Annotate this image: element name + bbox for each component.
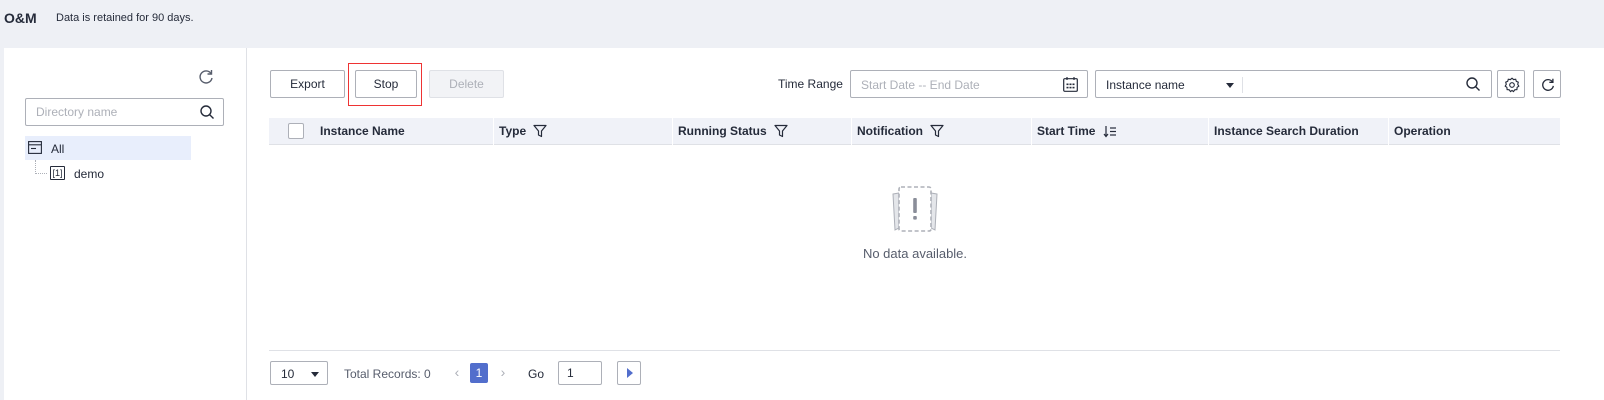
next-page-button[interactable]: ›	[496, 364, 510, 382]
date-range-picker[interactable]: Start Date -- End Date	[850, 70, 1088, 98]
select-all-checkbox[interactable]	[288, 123, 304, 139]
column-header-start-time[interactable]: Start Time	[1031, 118, 1117, 145]
stop-button[interactable]: Stop	[355, 70, 417, 98]
column-label: Running Status	[678, 124, 767, 138]
search-icon[interactable]	[199, 104, 215, 120]
column-label: Type	[499, 124, 527, 138]
tree-item-all[interactable]: All	[25, 136, 191, 160]
column-separator	[1388, 118, 1389, 145]
column-separator	[672, 118, 673, 145]
filter-icon[interactable]	[533, 124, 548, 138]
tree-item-label: demo	[74, 167, 105, 181]
column-label: Start Time	[1037, 124, 1096, 138]
chevron-down-icon	[311, 372, 319, 377]
column-label: Operation	[1394, 124, 1451, 138]
column-separator	[851, 118, 852, 145]
empty-state-text: No data available.	[862, 246, 968, 261]
tree-connector	[35, 160, 47, 174]
main-panel: All [1] demo Export Stop Delete Time Ran…	[4, 48, 1604, 400]
instance-search-input[interactable]	[1246, 73, 1446, 95]
refresh-icon[interactable]	[197, 68, 215, 86]
go-label: Go	[528, 367, 545, 381]
calendar-icon[interactable]	[1063, 77, 1078, 92]
column-header-operation[interactable]: Operation	[1388, 118, 1451, 145]
go-button[interactable]	[617, 361, 641, 385]
refresh-button[interactable]	[1533, 70, 1561, 98]
folder-icon	[28, 141, 42, 154]
filter-icon[interactable]	[930, 124, 944, 138]
filter-field-select[interactable]: Instance name	[1106, 78, 1185, 92]
directory-search-input[interactable]	[26, 99, 196, 125]
export-button[interactable]: Export	[270, 70, 345, 98]
go-page-input[interactable]	[558, 361, 602, 385]
combo-divider	[1242, 77, 1243, 93]
directory-sidebar: All [1] demo	[4, 48, 247, 400]
page-size-value: 10	[281, 367, 295, 381]
page-number-current[interactable]: 1	[470, 363, 488, 383]
prev-page-button[interactable]: ‹	[450, 364, 464, 382]
column-separator	[1031, 118, 1032, 145]
retention-note: Data is retained for 90 days.	[56, 12, 194, 24]
column-label: Notification	[857, 124, 923, 138]
total-records: Total Records: 0	[344, 367, 431, 381]
directory-search	[25, 98, 224, 126]
column-label: Instance Name	[320, 124, 405, 138]
chevron-down-icon[interactable]	[1226, 83, 1234, 88]
footer-divider	[269, 350, 1560, 351]
date-range-placeholder: Start Date -- End Date	[861, 78, 980, 92]
column-header-instance-name[interactable]: Instance Name	[320, 118, 405, 145]
column-header-notification[interactable]: Notification	[851, 118, 944, 145]
empty-data-icon	[892, 186, 938, 232]
instance-search-combo: Instance name	[1095, 70, 1492, 98]
table-header: Instance Name Type Running Status Notifi…	[269, 118, 1560, 145]
settings-button[interactable]	[1497, 70, 1525, 98]
column-header-type[interactable]: Type	[493, 118, 548, 145]
refresh-icon	[1542, 78, 1554, 91]
page-size-select[interactable]: 10	[270, 361, 328, 385]
node-icon: [1]	[50, 166, 65, 180]
delete-button[interactable]: Delete	[429, 70, 504, 98]
page-title: O&M	[4, 10, 37, 26]
gear-icon	[1504, 77, 1520, 93]
play-icon	[627, 368, 633, 378]
column-separator	[493, 118, 494, 145]
column-separator	[1208, 118, 1209, 145]
tree-item-label: All	[51, 142, 65, 156]
column-label: Instance Search Duration	[1214, 124, 1359, 138]
time-range-label: Time Range	[778, 77, 843, 91]
filter-icon[interactable]	[774, 124, 788, 138]
column-header-running-status[interactable]: Running Status	[672, 118, 788, 145]
sort-icon[interactable]	[1103, 124, 1117, 138]
page-header: O&M Data is retained for 90 days.	[0, 0, 1604, 48]
column-header-instance-search-duration[interactable]: Instance Search Duration	[1208, 118, 1359, 145]
search-icon[interactable]	[1465, 76, 1481, 92]
